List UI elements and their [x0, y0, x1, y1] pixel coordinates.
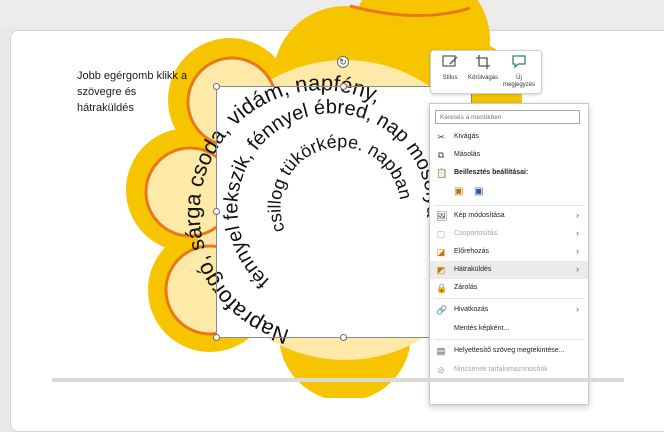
menu-separator: [434, 339, 584, 340]
menu-item-content-ids[interactable]: ⊘ Nincsenek tartalomazonosítók: [430, 361, 588, 379]
menu-item-cut[interactable]: ✂ Kivágás: [430, 128, 588, 146]
menu-item-bring-forward[interactable]: ◪ Előrehozás ›: [430, 243, 588, 261]
menu-item-label: Kivágás: [454, 133, 479, 140]
scissors-icon: ✂: [437, 132, 445, 142]
menu-item-lock[interactable]: 🔒 Zárolás: [430, 279, 588, 297]
menu-item-label: Helyettesítő szöveg megtekintése...: [454, 347, 565, 354]
link-icon: 🔗: [436, 305, 448, 315]
chevron-right-icon: ›: [576, 246, 579, 256]
resize-handle-n[interactable]: [340, 83, 347, 90]
chevron-right-icon: ›: [576, 210, 579, 220]
menu-item-label: Zárolás: [454, 284, 478, 291]
menu-item-send-backward[interactable]: ◩ Hátraküldés ›: [430, 261, 588, 279]
lock-icon: 🔒: [436, 283, 448, 293]
menu-item-label: Kép módosítása: [454, 212, 505, 219]
menu-item-label: Nincsenek tartalomazonosítók: [454, 366, 548, 373]
paste-option-buttons: ▣ ▣: [430, 182, 588, 202]
comment-label-1: Új: [516, 75, 522, 81]
chevron-right-icon: ›: [576, 264, 579, 274]
crop-button[interactable]: Körülvágás: [467, 54, 499, 82]
style-label: Stílus: [442, 75, 458, 81]
menu-item-label: Beillesztés beállításai:: [454, 169, 529, 176]
style-button[interactable]: Stílus: [434, 54, 466, 82]
menu-item-label: Előrehozás: [454, 248, 490, 255]
copy-icon: ⧉: [437, 150, 445, 160]
alt-text-icon: ▤: [436, 346, 446, 356]
resize-handle-w[interactable]: [213, 208, 220, 215]
menu-separator: [434, 205, 584, 206]
menu-separator: [434, 298, 584, 299]
change-picture-icon: 🖼: [436, 211, 448, 221]
paste-keep-format-icon[interactable]: ▣: [454, 186, 463, 197]
menu-item-label: Csoportosítás: [454, 230, 498, 237]
content-id-icon: ⊘: [437, 365, 445, 375]
resize-handle-nw[interactable]: [213, 83, 220, 90]
chevron-right-icon: ›: [576, 228, 579, 238]
menu-item-label: Mentés képként...: [454, 325, 510, 332]
send-backward-icon: ◩: [436, 265, 446, 275]
crop-icon: [476, 55, 490, 69]
new-comment-button[interactable]: Új megjegyzés: [503, 54, 535, 89]
crop-label: Körülvágás: [467, 75, 499, 81]
menu-search-input[interactable]: [435, 110, 580, 124]
rotate-handle-icon[interactable]: ↻: [337, 56, 349, 68]
bottom-scroll-strip: [52, 378, 624, 382]
group-icon: ▢: [436, 229, 446, 239]
menu-item-label: Másolás: [454, 151, 481, 158]
resize-handle-s[interactable]: [340, 334, 347, 341]
chevron-right-icon: ›: [576, 304, 579, 314]
paste-picture-icon[interactable]: ▣: [474, 186, 483, 197]
menu-item-group[interactable]: ▢ Csoportosítás ›: [430, 225, 588, 243]
style-icon: [442, 55, 458, 67]
menu-item-label: Hátraküldés: [454, 266, 492, 273]
menu-item-paste-options: 📋 Beillesztés beállításai:: [430, 164, 588, 182]
comment-icon: [512, 55, 526, 69]
menu-item-link[interactable]: 🔗 Hivatkozás ›: [430, 301, 588, 319]
paste-icon: 📋: [436, 168, 448, 178]
bring-forward-icon: ◪: [436, 247, 446, 257]
resize-handle-sw[interactable]: [213, 334, 220, 341]
menu-item-label: Hivatkozás: [454, 306, 489, 313]
menu-item-view-alt-text[interactable]: ▤ Helyettesítő szöveg megtekintése...: [430, 342, 588, 360]
mini-toolbar: Stílus Körülvágás Új megjegyzés: [430, 50, 542, 94]
comment-label-2: megjegyzés: [503, 82, 536, 88]
context-menu: ✂ Kivágás ⧉ Másolás 📋 Beillesztés beállí…: [429, 103, 589, 405]
menu-item-copy[interactable]: ⧉ Másolás: [430, 146, 588, 164]
menu-item-change-picture[interactable]: 🖼 Kép módosítása ›: [430, 207, 588, 225]
menu-item-save-as-picture[interactable]: Mentés képként...: [430, 320, 588, 338]
